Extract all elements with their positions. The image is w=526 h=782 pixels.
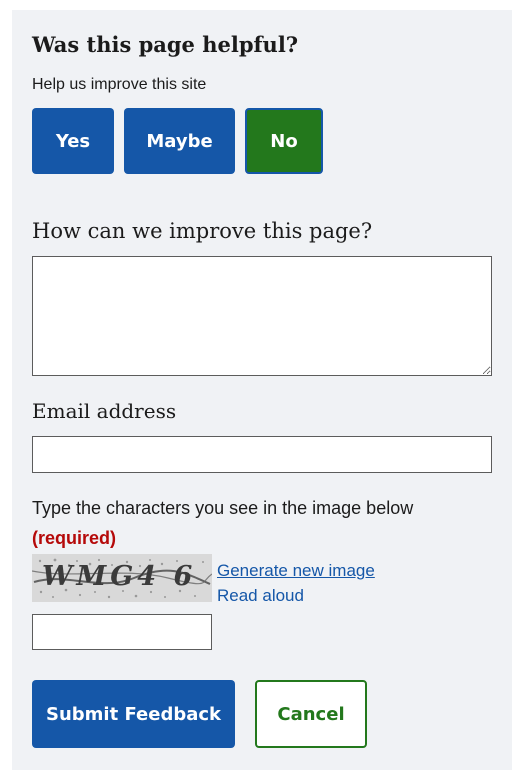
feedback-subtitle: Help us improve this site <box>32 76 207 93</box>
captcha-label: Type the characters you see in the image… <box>32 498 414 518</box>
cancel-button[interactable]: Cancel <box>255 680 367 748</box>
improve-label: How can we improve this page? <box>32 219 373 243</box>
generate-new-image-link[interactable]: Generate new image <box>217 560 375 582</box>
captcha-input[interactable] <box>32 614 212 650</box>
email-label: Email address <box>32 399 177 423</box>
feedback-panel: Was this page helpful? Help us improve t… <box>12 10 512 770</box>
maybe-button[interactable]: Maybe <box>124 108 235 174</box>
yes-button[interactable]: Yes <box>32 108 114 174</box>
submit-feedback-button[interactable]: Submit Feedback <box>32 680 235 748</box>
captcha-image: WMG4 6 <box>32 554 212 602</box>
improve-textarea[interactable] <box>32 256 492 376</box>
read-aloud-link[interactable]: Read aloud <box>217 585 304 607</box>
no-button[interactable]: No <box>245 108 323 174</box>
feedback-title: Was this page helpful? <box>32 32 299 57</box>
required-text: (required) <box>32 528 117 548</box>
captcha-text: WMG4 6 <box>42 561 196 592</box>
email-field[interactable] <box>32 436 492 473</box>
